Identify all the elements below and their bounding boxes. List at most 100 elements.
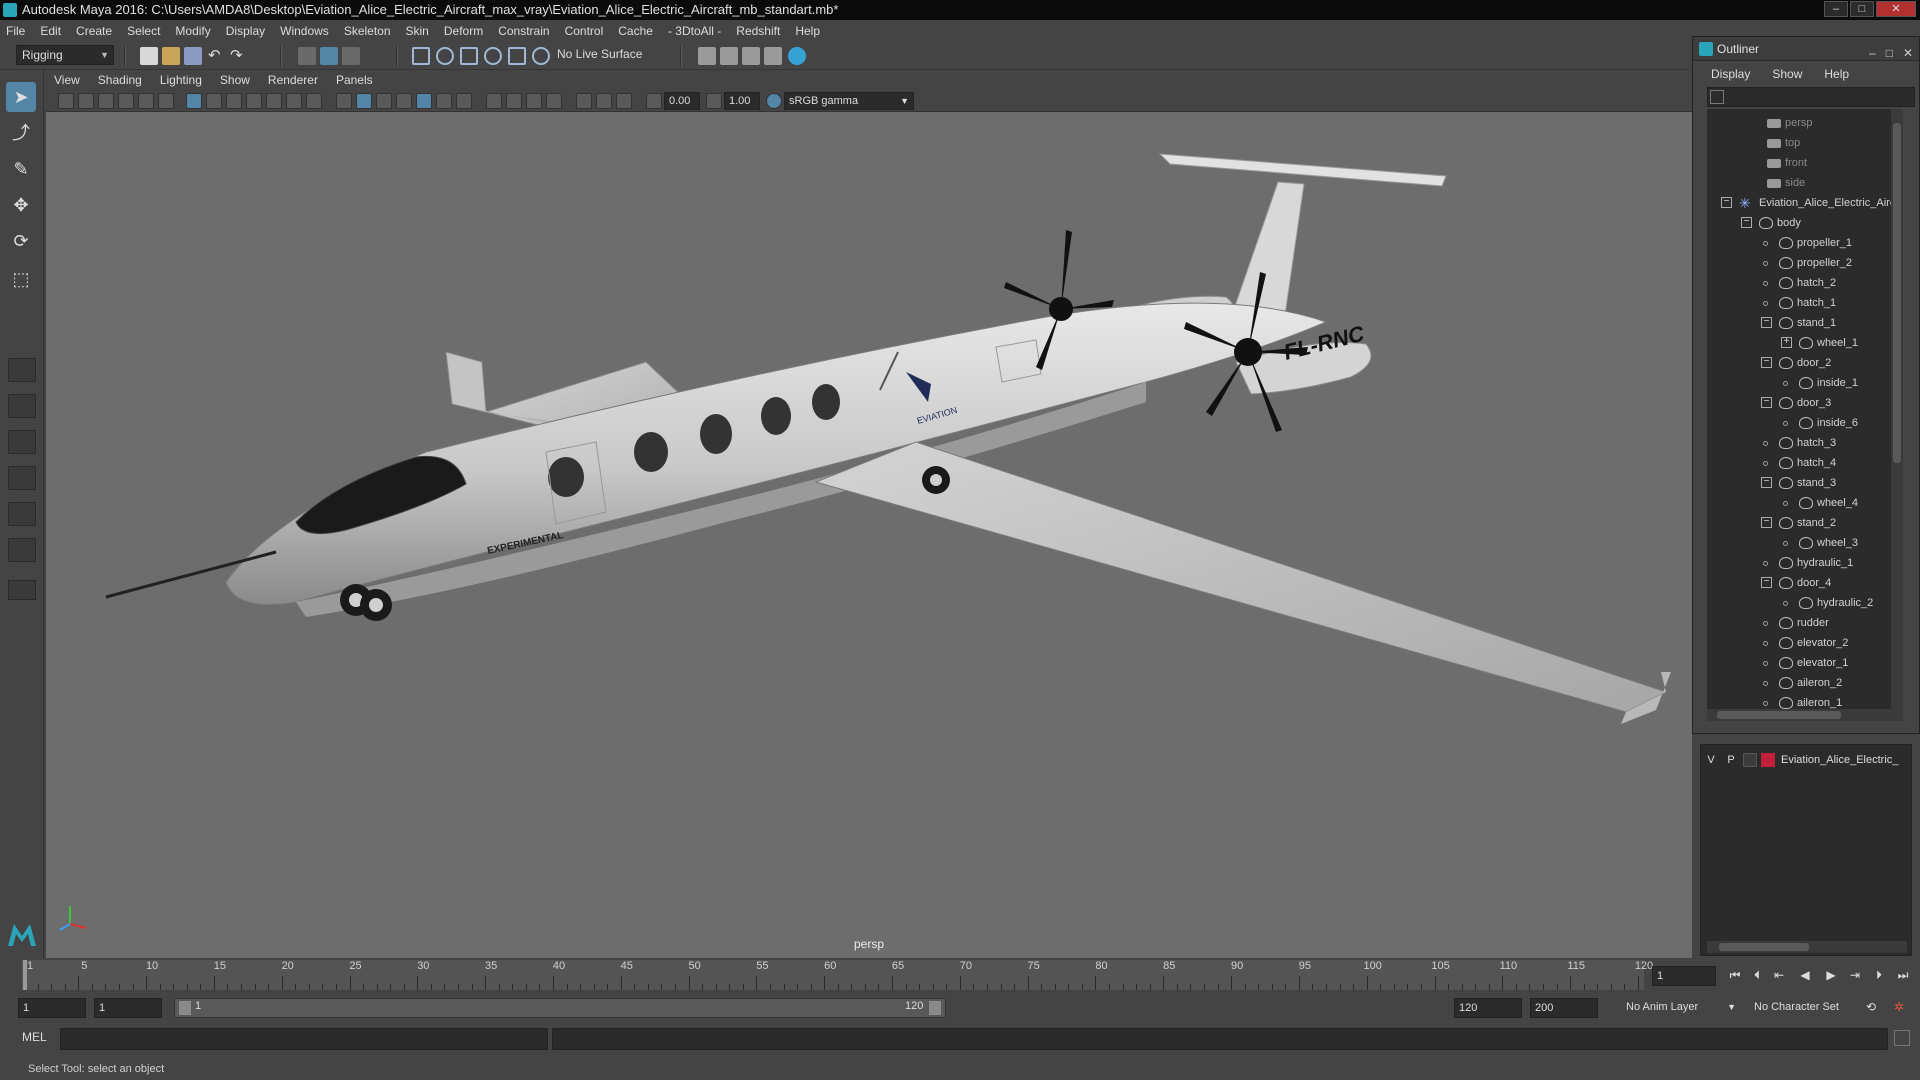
xray-joints-icon[interactable] [596, 93, 612, 109]
animation-start-field[interactable]: 1 [18, 998, 86, 1018]
perspective-viewport[interactable]: FL-RNC EVIATION EXPERIMENTAL persp [46, 112, 1692, 958]
graph-persp-layout-icon[interactable] [8, 502, 36, 526]
menu-select[interactable]: Select [127, 24, 160, 38]
use-all-lights-icon[interactable] [416, 93, 432, 109]
snap-point-icon[interactable] [460, 47, 478, 65]
filter-icon[interactable] [1710, 90, 1724, 104]
outliner-item-stand-2[interactable]: − stand_2 [1707, 513, 1891, 533]
select-tool-icon[interactable]: ➤ [6, 82, 36, 112]
outliner-item-front[interactable]: front [1707, 153, 1891, 173]
hypershade-persp-layout-icon[interactable] [8, 538, 36, 562]
layer-type-toggle[interactable] [1743, 753, 1757, 767]
range-start-handle[interactable] [179, 1001, 191, 1015]
undo-icon[interactable]: ↶ [208, 47, 226, 65]
expand-icon[interactable]: + [1781, 337, 1792, 348]
gate-mask-icon[interactable] [246, 93, 262, 109]
step-back-frame-icon[interactable]: ⏴ [1748, 966, 1766, 984]
play-forwards-icon[interactable]: ▶ [1822, 966, 1840, 984]
render-frame-icon[interactable] [720, 47, 738, 65]
outliner-item-hydraulic-1[interactable]: hydraulic_1 [1707, 553, 1891, 573]
outliner-item-door-3[interactable]: − door_3 [1707, 393, 1891, 413]
layer-horizontal-scrollbar[interactable] [1707, 941, 1907, 953]
menu-skeleton[interactable]: Skeleton [344, 24, 391, 38]
outliner-menu-help[interactable]: Help [1824, 67, 1849, 81]
anim-layer-dropdown[interactable]: No Anim Layer ▼ [1622, 998, 1740, 1018]
command-language-label[interactable]: MEL [22, 1030, 47, 1044]
animation-end-field[interactable]: 200 [1530, 998, 1598, 1018]
layer-playback-toggle[interactable]: P [1721, 754, 1741, 766]
viewport-menu-view[interactable]: View [54, 73, 80, 87]
lasso-tool-icon[interactable]: ⤴ [6, 118, 36, 148]
outliner-menu-show[interactable]: Show [1772, 67, 1802, 81]
outliner-minimize-button[interactable]: – [1869, 41, 1876, 65]
custom-layout-icon[interactable] [8, 580, 36, 600]
collapse-icon[interactable]: − [1761, 517, 1772, 528]
scrollbar-thumb[interactable] [1719, 943, 1809, 951]
outliner-maximize-button[interactable]: □ [1886, 41, 1893, 65]
outliner-item-propeller-2[interactable]: propeller_2 [1707, 253, 1891, 273]
viewport-menu-panels[interactable]: Panels [336, 73, 373, 87]
outliner-item-hatch-1[interactable]: hatch_1 [1707, 293, 1891, 313]
menu-3dtoall[interactable]: - 3DtoAll - [668, 24, 721, 38]
color-management-icon[interactable] [766, 93, 782, 109]
outliner-item-side[interactable]: side [1707, 173, 1891, 193]
outliner-item-inside-6[interactable]: inside_6 [1707, 413, 1891, 433]
close-button[interactable]: ✕ [1876, 1, 1916, 17]
menu-control[interactable]: Control [565, 24, 604, 38]
playback-start-field[interactable]: 1 [94, 998, 162, 1018]
film-gate-icon[interactable] [206, 93, 222, 109]
current-time-indicator[interactable] [23, 960, 27, 990]
menu-display[interactable]: Display [226, 24, 265, 38]
anti-aliasing-icon[interactable] [506, 93, 522, 109]
outliner-item-hatch-4[interactable]: hatch_4 [1707, 453, 1891, 473]
save-scene-icon[interactable] [184, 47, 202, 65]
character-set-dropdown[interactable]: No Character Set [1750, 998, 1868, 1018]
live-surface-field[interactable]: No Live Surface [552, 45, 652, 65]
outliner-item-stand-3[interactable]: − stand_3 [1707, 473, 1891, 493]
two-d-pan-icon[interactable] [138, 93, 154, 109]
viewport-menu-show[interactable]: Show [220, 73, 250, 87]
menu-redshift[interactable]: Redshift [736, 24, 780, 38]
wireframe-icon[interactable] [336, 93, 352, 109]
auto-key-icon[interactable]: ⟲ [1862, 998, 1880, 1016]
ambient-occlusion-icon[interactable] [456, 93, 472, 109]
outliner-vertical-scrollbar[interactable] [1891, 109, 1903, 709]
range-end-handle[interactable] [929, 1001, 941, 1015]
outliner-item-propeller-1[interactable]: propeller_1 [1707, 233, 1891, 253]
scale-tool-icon[interactable]: ⬚ [6, 264, 36, 294]
select-object-icon[interactable] [320, 47, 338, 65]
paint-select-tool-icon[interactable]: ✎ [6, 154, 36, 184]
minimize-button[interactable]: – [1824, 1, 1848, 17]
outliner-item-persp[interactable]: persp [1707, 113, 1891, 133]
go-to-start-icon[interactable]: ⏮ [1726, 966, 1744, 984]
outliner-horizontal-scrollbar[interactable] [1707, 709, 1903, 721]
menu-deform[interactable]: Deform [444, 24, 483, 38]
menuset-dropdown[interactable]: Rigging ▼ [16, 45, 114, 65]
step-forward-frame-icon[interactable]: ⏵ [1870, 966, 1888, 984]
collapse-icon[interactable]: − [1761, 397, 1772, 408]
ipr-render-icon[interactable] [742, 47, 760, 65]
menu-cache[interactable]: Cache [618, 24, 653, 38]
outliner-item-wheel-3[interactable]: wheel_3 [1707, 533, 1891, 553]
layer-visibility-toggle[interactable]: V [1701, 754, 1721, 766]
outliner-item-rudder[interactable]: rudder [1707, 613, 1891, 633]
range-slider[interactable]: 1 120 [174, 998, 946, 1018]
shadows-icon[interactable] [436, 93, 452, 109]
menu-modify[interactable]: Modify [175, 24, 210, 38]
scrollbar-thumb[interactable] [1717, 711, 1841, 719]
outliner-menu-display[interactable]: Display [1711, 67, 1750, 81]
menu-constrain[interactable]: Constrain [498, 24, 549, 38]
rotate-tool-icon[interactable]: ⟳ [6, 226, 36, 256]
gamma-field[interactable]: 1.00 [724, 92, 760, 110]
camera-attributes-icon[interactable] [78, 93, 94, 109]
render-settings-icon[interactable] [698, 47, 716, 65]
bookmark-icon[interactable] [98, 93, 114, 109]
wireframe-on-shaded-icon[interactable] [376, 93, 392, 109]
single-view-layout-icon[interactable] [8, 358, 36, 382]
layer-color-swatch[interactable] [1761, 753, 1775, 767]
smooth-shade-icon[interactable] [356, 93, 372, 109]
viewport-menu-shading[interactable]: Shading [98, 73, 142, 87]
collapse-icon[interactable]: − [1721, 197, 1732, 208]
safe-action-icon[interactable] [286, 93, 302, 109]
outliner-tree[interactable]: persp top front side − ✳ Eviation_Alice_Electr… [1707, 109, 1903, 709]
